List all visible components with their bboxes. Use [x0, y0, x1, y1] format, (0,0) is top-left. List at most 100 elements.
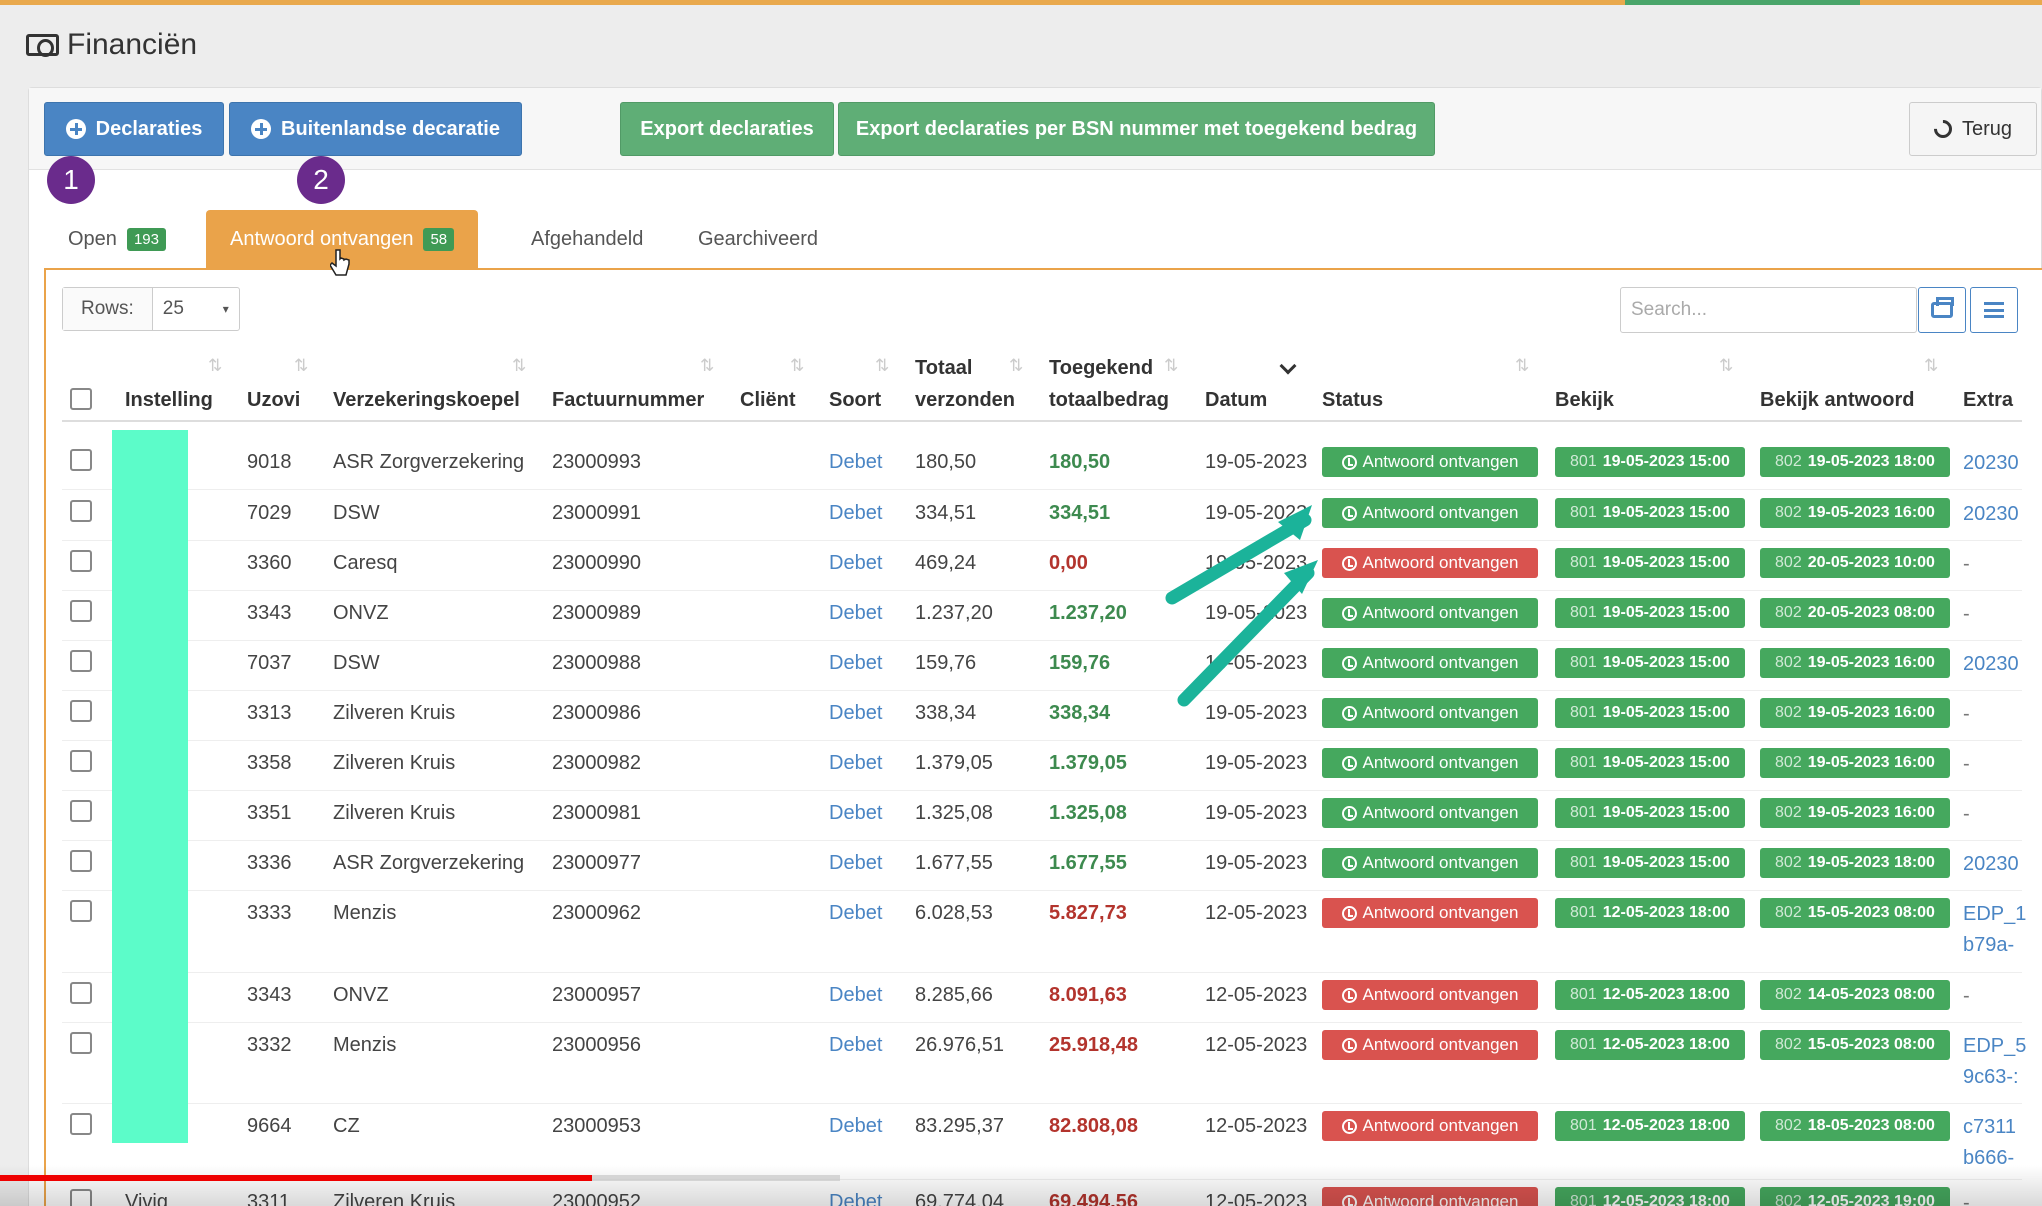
cell-soort[interactable]: Debet: [829, 502, 882, 525]
th-totaal-verzonden[interactable]: Totaal verzonden: [915, 352, 1015, 416]
row-checkbox[interactable]: [70, 650, 92, 672]
cell-extra[interactable]: b79a-: [1963, 930, 2014, 960]
row-checkbox[interactable]: [70, 1032, 92, 1054]
sort-icon[interactable]: ⇅: [208, 356, 222, 376]
search-input[interactable]: Search...: [1620, 287, 1917, 333]
cell-soort[interactable]: Debet: [829, 552, 882, 575]
row-checkbox[interactable]: [70, 982, 92, 1004]
sort-icon[interactable]: ⇅: [1009, 356, 1023, 376]
declaraties-button[interactable]: Declaraties: [44, 102, 224, 156]
cell-soort[interactable]: Debet: [829, 702, 882, 725]
bekijk-link[interactable]: 801 19-05-2023 15:00: [1555, 548, 1745, 578]
row-checkbox[interactable]: [70, 850, 92, 872]
th-datum[interactable]: Datum: [1205, 384, 1267, 416]
th-client[interactable]: Cliënt: [740, 384, 796, 416]
row-checkbox[interactable]: [70, 800, 92, 822]
th-verzekeringskoepel[interactable]: Verzekeringskoepel: [333, 384, 520, 416]
bekijk-antwoord-link[interactable]: 802 18-05-2023 08:00: [1760, 1111, 1950, 1141]
sort-icon[interactable]: ⇅: [294, 356, 308, 376]
status-badge[interactable]: Antwoord ontvangen: [1322, 848, 1538, 878]
cell-soort[interactable]: Debet: [829, 1115, 882, 1138]
row-checkbox[interactable]: [70, 449, 92, 471]
status-badge[interactable]: Antwoord ontvangen: [1322, 447, 1538, 477]
status-badge[interactable]: Antwoord ontvangen: [1322, 548, 1538, 578]
status-badge[interactable]: Antwoord ontvangen: [1322, 898, 1538, 928]
bekijk-link[interactable]: 801 12-05-2023 18:00: [1555, 898, 1745, 928]
sort-icon[interactable]: ⇅: [875, 356, 889, 376]
print-button[interactable]: [1918, 287, 1966, 333]
bekijk-link[interactable]: 801 19-05-2023 15:00: [1555, 648, 1745, 678]
th-toegekend-totaalbedrag[interactable]: Toegekend totaalbedrag: [1049, 352, 1169, 416]
bekijk-link[interactable]: 801 12-05-2023 18:00: [1555, 1030, 1745, 1060]
columns-button[interactable]: [1970, 287, 2018, 333]
cell-extra[interactable]: 20230: [1963, 448, 2019, 478]
sort-icon[interactable]: ⇅: [1924, 356, 1938, 376]
sort-icon[interactable]: ⇅: [700, 356, 714, 376]
status-badge[interactable]: Antwoord ontvangen: [1322, 698, 1538, 728]
export-bsn-button[interactable]: Export declaraties per BSN nummer met to…: [838, 102, 1435, 156]
bekijk-antwoord-link[interactable]: 802 19-05-2023 16:00: [1760, 648, 1950, 678]
row-checkbox[interactable]: [70, 1113, 92, 1135]
buitenlandse-declaratie-button[interactable]: Buitenlandse decaratie: [229, 102, 522, 156]
cell-soort[interactable]: Debet: [829, 652, 882, 675]
bekijk-antwoord-link[interactable]: 802 15-05-2023 08:00: [1760, 898, 1950, 928]
terug-button[interactable]: Terug: [1909, 102, 2037, 156]
bekijk-link[interactable]: 801 19-05-2023 15:00: [1555, 498, 1745, 528]
bekijk-antwoord-link[interactable]: 802 20-05-2023 10:00: [1760, 548, 1950, 578]
bekijk-antwoord-link[interactable]: 802 15-05-2023 08:00: [1760, 1030, 1950, 1060]
bekijk-link[interactable]: 801 19-05-2023 15:00: [1555, 798, 1745, 828]
row-checkbox[interactable]: [70, 900, 92, 922]
cell-soort[interactable]: Debet: [829, 1034, 882, 1057]
select-all-checkbox[interactable]: [70, 388, 92, 410]
cell-extra[interactable]: EDP_1: [1963, 899, 2026, 929]
cell-extra[interactable]: EDP_5: [1963, 1031, 2026, 1061]
cell-extra[interactable]: 20230: [1963, 649, 2019, 679]
tab-afgehandeld[interactable]: Afgehandeld: [531, 210, 643, 268]
sort-icon[interactable]: ⇅: [512, 356, 526, 376]
cell-extra[interactable]: c7311: [1963, 1112, 2016, 1142]
status-badge[interactable]: Antwoord ontvangen: [1322, 648, 1538, 678]
tab-open[interactable]: Open 193: [68, 210, 166, 268]
bekijk-link[interactable]: 801 19-05-2023 15:00: [1555, 447, 1745, 477]
sort-icon[interactable]: ⇅: [1719, 356, 1733, 376]
rows-select[interactable]: 25 ▾: [153, 288, 239, 330]
bekijk-link[interactable]: 801 12-05-2023 18:00: [1555, 980, 1745, 1010]
cell-soort[interactable]: Debet: [829, 752, 882, 775]
th-bekijk[interactable]: Bekijk: [1555, 384, 1614, 416]
th-status[interactable]: Status: [1322, 384, 1383, 416]
bekijk-antwoord-link[interactable]: 802 19-05-2023 16:00: [1760, 698, 1950, 728]
row-checkbox[interactable]: [70, 700, 92, 722]
bekijk-antwoord-link[interactable]: 802 14-05-2023 08:00: [1760, 980, 1950, 1010]
row-checkbox[interactable]: [70, 500, 92, 522]
bekijk-link[interactable]: 801 19-05-2023 15:00: [1555, 698, 1745, 728]
sort-icon[interactable]: ⇅: [1515, 356, 1529, 376]
row-checkbox[interactable]: [70, 750, 92, 772]
status-badge[interactable]: Antwoord ontvangen: [1322, 498, 1538, 528]
bekijk-antwoord-link[interactable]: 802 19-05-2023 16:00: [1760, 798, 1950, 828]
status-badge[interactable]: Antwoord ontvangen: [1322, 798, 1538, 828]
tab-gearchiveerd[interactable]: Gearchiveerd: [698, 210, 818, 268]
row-checkbox[interactable]: [70, 550, 92, 572]
cell-extra[interactable]: 20230: [1963, 499, 2019, 529]
bekijk-antwoord-link[interactable]: 802 19-05-2023 16:00: [1760, 498, 1950, 528]
bekijk-link[interactable]: 801 19-05-2023 15:00: [1555, 748, 1745, 778]
bekijk-link[interactable]: 801 19-05-2023 15:00: [1555, 848, 1745, 878]
th-soort[interactable]: Soort: [829, 384, 881, 416]
status-badge[interactable]: Antwoord ontvangen: [1322, 980, 1538, 1010]
cell-soort[interactable]: Debet: [829, 852, 882, 875]
th-factuurnummer[interactable]: Factuurnummer: [552, 384, 704, 416]
status-badge[interactable]: Antwoord ontvangen: [1322, 598, 1538, 628]
bekijk-antwoord-link[interactable]: 802 20-05-2023 08:00: [1760, 598, 1950, 628]
sort-icon[interactable]: ⇅: [1164, 356, 1178, 376]
export-declaraties-button[interactable]: Export declaraties: [620, 102, 834, 156]
status-badge[interactable]: Antwoord ontvangen: [1322, 1111, 1538, 1141]
th-uzovi[interactable]: Uzovi: [247, 384, 300, 416]
sort-icon[interactable]: ⇅: [790, 356, 804, 376]
bekijk-antwoord-link[interactable]: 802 19-05-2023 18:00: [1760, 848, 1950, 878]
th-extra[interactable]: Extra: [1963, 384, 2013, 416]
th-instelling[interactable]: Instelling: [125, 384, 213, 416]
row-checkbox[interactable]: [70, 600, 92, 622]
bekijk-link[interactable]: 801 19-05-2023 15:00: [1555, 598, 1745, 628]
cell-soort[interactable]: Debet: [829, 451, 882, 474]
cell-soort[interactable]: Debet: [829, 602, 882, 625]
